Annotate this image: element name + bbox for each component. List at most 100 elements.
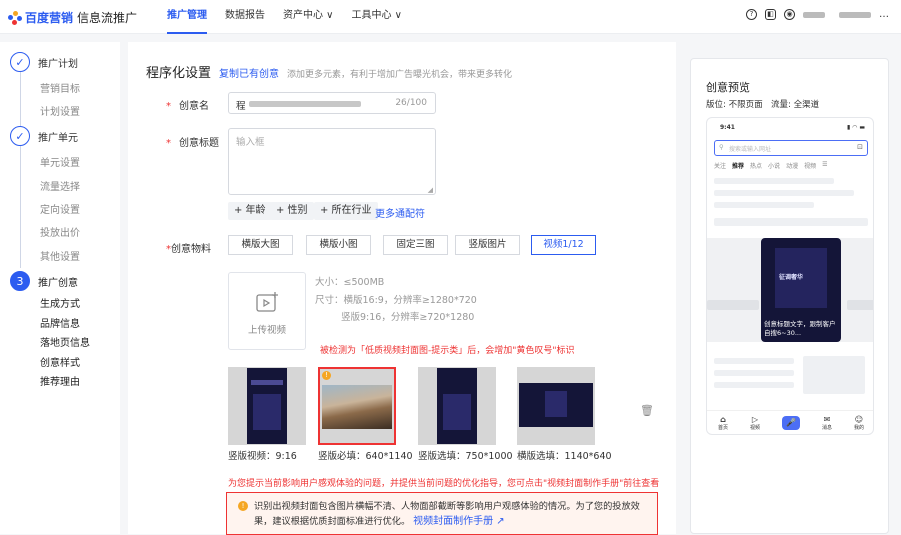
sub-recommend-reason[interactable]: 推荐理由 — [40, 373, 80, 388]
camera-icon: ⊡ — [857, 143, 863, 151]
check-icon: ✓ — [10, 126, 30, 146]
sub-traffic[interactable]: 流量选择 — [40, 178, 80, 193]
name-counter: 26/100 — [395, 98, 427, 108]
step-plan[interactable]: ✓ 推广计划 — [10, 52, 78, 72]
more-wildcards-link[interactable]: 更多通配符 — [375, 205, 425, 220]
step-sidebar: ✓ 推广计划 营销目标 计划设置 ✓ 推广单元 单元设置 流量选择 定向设置 投… — [0, 42, 120, 534]
tag-gender-button[interactable]: + 性别 — [270, 202, 314, 220]
video-thumb-landscape[interactable] — [517, 367, 595, 445]
warning-message: 识别出视频封面包含图片横幅不清、人物面部截断等影响用户观感体验的情况。为了您的投… — [254, 501, 640, 527]
video-upload-icon — [256, 292, 278, 312]
phone-tab[interactable]: 关注 — [714, 161, 726, 170]
voice-search-icon[interactable]: 🎤 — [781, 415, 800, 430]
spec-landscape: 尺寸：横版16:9，分辨率≥1280*720 — [315, 295, 477, 306]
thumb-caption-4: 横版选填：1140*640 — [517, 451, 612, 462]
delete-icon[interactable]: 🗑 — [640, 404, 654, 417]
logo-icon — [8, 10, 22, 25]
video-overlay-title: 征调奢华 — [779, 274, 804, 281]
sub-brand-info[interactable]: 品牌信息 — [40, 315, 80, 330]
video-icon[interactable]: ▷ 视频 — [750, 415, 760, 431]
phone-tab[interactable]: 视频 — [804, 161, 816, 170]
phone-tab[interactable]: 热点 — [750, 161, 762, 170]
account-name-redacted[interactable] — [803, 11, 825, 18]
sub-bidding[interactable]: 投放出价 — [40, 224, 80, 239]
baidu-logo[interactable]: 百度营销 信息流推广 — [8, 9, 137, 26]
video-thumb-required[interactable]: ! — [318, 367, 396, 445]
upload-video-button[interactable]: 上传视频 — [228, 272, 306, 350]
header-hint: 添加更多元素，有利于增加广告曝光机会，带来更多转化 — [287, 70, 513, 80]
message-icon[interactable]: ✉ 消息 — [822, 415, 832, 431]
copy-creative-link[interactable]: 复制已有创意 — [219, 65, 279, 80]
help-icon[interactable]: ? — [746, 9, 757, 20]
video-cover-manual-link[interactable]: 视频封面制作手册 — [413, 516, 493, 527]
preview-creative-text: 创意标题文字，跟制客户自搜6~30... — [764, 320, 836, 337]
main-panel: 程序化设置 复制已有创意 添加更多元素，有利于增加广告曝光机会，带来更多转化 *… — [128, 42, 676, 535]
profile-icon[interactable]: ☺ 我的 — [854, 415, 864, 431]
top-right-tools: ? ◧ ◉ … — [746, 9, 889, 20]
step-creative-label: 推广创意 — [38, 277, 78, 289]
video-thumb-optional[interactable] — [418, 367, 496, 445]
external-link-icon[interactable]: ↗ — [493, 516, 504, 527]
step-unit-label: 推广单元 — [38, 132, 78, 144]
spec-portrait: 竖版9:16，分辨率≥720*1280 — [341, 312, 475, 323]
phone-tab[interactable]: 动漫 — [786, 161, 798, 170]
nav-tab-promotion[interactable]: 推广管理 — [158, 0, 216, 34]
nav-tab-tools[interactable]: 工具中心 ∨ — [343, 0, 412, 34]
video-thumb-portrait[interactable] — [228, 367, 306, 445]
preview-traffic: 流量: 全渠道 — [771, 100, 820, 110]
ratio-tab-landscape-small[interactable]: 横版小图 — [306, 235, 371, 255]
name-label: * 创意名 — [166, 101, 209, 112]
sub-other[interactable]: 其他设置 — [40, 248, 80, 263]
search-icon: ⚲ — [719, 143, 724, 151]
user-icon[interactable]: ◉ — [784, 9, 795, 20]
warning-box: ! 识别出视频封面包含图片横幅不清、人物面部截断等影响用户观感体验的情况。为了您… — [226, 492, 658, 535]
thumb-caption-3: 竖版选填：750*1000 — [418, 451, 513, 462]
phone-time: 9:41 — [720, 124, 735, 131]
phone-tab[interactable]: 小说 — [768, 161, 780, 170]
section-header: 程序化设置 复制已有创意 添加更多元素，有利于增加广告曝光机会，带来更多转化 — [146, 62, 512, 81]
sub-targeting[interactable]: 定向设置 — [40, 201, 80, 216]
phone-search-placeholder: 搜索或输入网址 — [729, 146, 772, 153]
title-placeholder: 输入框 — [236, 137, 265, 148]
phone-search-box[interactable]: ⚲ 搜索或输入网址 ⊡ — [714, 140, 868, 156]
upload-label: 上传视频 — [247, 325, 286, 336]
home-icon[interactable]: ⌂ 首页 — [718, 415, 728, 431]
sub-marketing-goal[interactable]: 营销目标 — [40, 80, 80, 95]
phone-video-card[interactable]: 征调奢华 创意标题文字，跟制客户自搜6~30... — [761, 238, 841, 342]
name-input[interactable]: 程 26/100 — [228, 92, 436, 114]
title-textarea[interactable]: 输入框 ◢ — [228, 128, 436, 195]
warning-icon: ! — [238, 501, 248, 511]
preview-panel: 创意预览 版位: 不限页面 流量: 全渠道 9:41 ▮ ◠ ▬ ⚲ 搜索或输入… — [690, 58, 889, 534]
resize-handle-icon[interactable]: ◢ — [428, 186, 433, 194]
menu-icon[interactable]: ☰ — [822, 161, 827, 170]
feedback-icon[interactable]: ◧ — [765, 9, 776, 20]
sub-creative-style[interactable]: 创意样式 — [40, 354, 80, 369]
step-creative[interactable]: 3 推广创意 — [10, 271, 78, 291]
sub-unit-settings[interactable]: 单元设置 — [40, 154, 80, 169]
preview-title: 创意预览 — [706, 81, 750, 94]
spec-size: 大小：≤500MB — [315, 277, 385, 288]
sub-generation[interactable]: 生成方式 — [40, 295, 80, 310]
ratio-tab-video[interactable]: 视频1/12 — [531, 235, 596, 255]
step-plan-label: 推广计划 — [38, 58, 78, 70]
tag-industry-button[interactable]: + 所在行业 — [314, 202, 378, 220]
step-unit[interactable]: ✓ 推广单元 — [10, 126, 78, 146]
step-number: 3 — [10, 271, 30, 291]
phone-bottom-nav: ⌂ 首页 ▷ 视频 🎤 ✉ 消息 ☺ 我的 — [707, 410, 873, 434]
signal-icon: ▮ ◠ ▬ — [846, 124, 865, 131]
brand-name: 百度营销 — [25, 11, 74, 25]
account-id-redacted[interactable] — [839, 11, 871, 18]
nav-tab-reports[interactable]: 数据报告 — [216, 0, 274, 34]
top-bar: 百度营销 信息流推广 推广管理 数据报告 资产中心 ∨ 工具中心 ∨ ? ◧ ◉… — [0, 0, 901, 34]
ratio-tab-landscape-large[interactable]: 横版大图 — [228, 235, 293, 255]
tag-age-button[interactable]: + 年龄 — [228, 202, 272, 220]
ratio-tab-three-images[interactable]: 固定三图 — [383, 235, 448, 255]
optimization-tip: 为您提示当前影响用户感观体验的问题，并提供当前问题的优化指导，您可点击"视频封面… — [228, 479, 660, 489]
nav-tab-assets[interactable]: 资产中心 ∨ — [274, 0, 343, 34]
sub-landing-page[interactable]: 落地页信息 — [40, 334, 90, 349]
ratio-tab-portrait-image[interactable]: 竖版图片 — [455, 235, 520, 255]
sub-plan-settings[interactable]: 计划设置 — [40, 103, 80, 118]
phone-tab-active[interactable]: 推荐 — [732, 161, 744, 170]
more-icon[interactable]: … — [879, 9, 889, 20]
warning-badge-icon: ! — [322, 371, 331, 380]
